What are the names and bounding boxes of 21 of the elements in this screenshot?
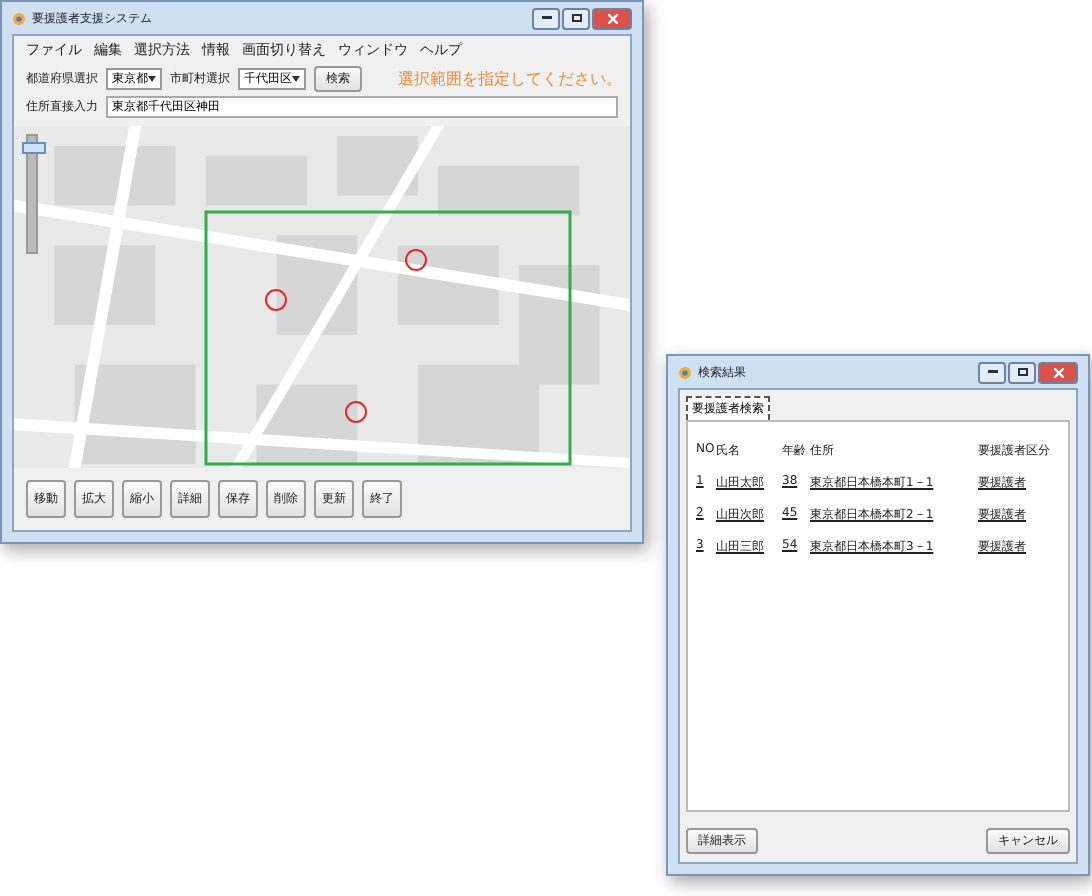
close-button[interactable]: [592, 7, 632, 29]
close-button[interactable]: [1038, 361, 1078, 383]
location-marker: [344, 399, 369, 424]
minimize-icon[interactable]: [541, 16, 551, 20]
hint-text: 選択範囲を指定してください。: [398, 68, 622, 90]
minimize-button[interactable]: [532, 7, 560, 29]
caret-icon: [292, 76, 300, 82]
maximize-button[interactable]: [562, 7, 590, 29]
close-icon[interactable]: [607, 13, 617, 23]
maximize-icon[interactable]: [571, 14, 581, 22]
minimize-icon[interactable]: [987, 370, 997, 374]
minimize-button[interactable]: [978, 361, 1006, 383]
maximize-button[interactable]: [1008, 361, 1036, 383]
location-marker: [403, 248, 428, 273]
slider-thumb[interactable]: [22, 141, 46, 154]
maximize-icon[interactable]: [1017, 368, 1027, 376]
app-icon: [12, 11, 26, 25]
close-icon[interactable]: [1053, 367, 1063, 377]
caret-icon: [148, 76, 156, 82]
app-icon: [678, 365, 692, 379]
location-marker: [264, 288, 289, 313]
